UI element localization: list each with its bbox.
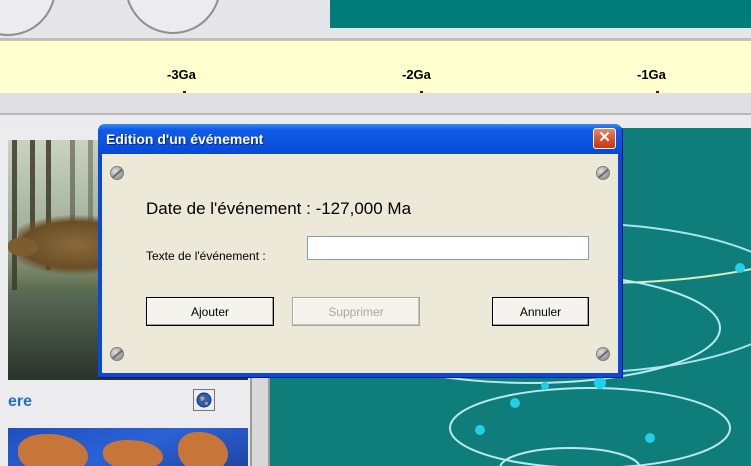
top-teal-panel [330, 0, 751, 28]
edit-event-dialog: Edition d'un événement ✕ Date de l'événe… [98, 124, 622, 377]
top-strip [0, 0, 751, 40]
timeline-tick-label: -2Ga [402, 67, 431, 82]
globe-icon [196, 392, 212, 408]
orbit-node [541, 382, 549, 390]
event-text-input[interactable] [307, 236, 589, 260]
timeline[interactable]: -3Ga -2Ga -1Ga [0, 40, 751, 95]
dialog-titlebar[interactable]: Edition d'un événement ✕ [98, 124, 622, 154]
close-button[interactable]: ✕ [593, 128, 616, 149]
globe-button[interactable] [193, 389, 215, 411]
screw-icon [110, 347, 124, 361]
cancel-button[interactable]: Annuler [492, 297, 589, 326]
orbit-node [735, 263, 745, 273]
event-text-label: Texte de l'événement : [146, 249, 266, 263]
orbit-node [475, 425, 485, 435]
orbit-node [510, 398, 520, 408]
dinosaur-head [8, 238, 38, 256]
screw-icon [596, 347, 610, 361]
screw-icon [596, 166, 610, 180]
map-landmass [178, 432, 228, 466]
orbit-node [645, 433, 655, 443]
screw-icon [110, 166, 124, 180]
dialog-title: Edition d'un événement [106, 131, 264, 147]
world-map [8, 428, 248, 466]
orbit-node [594, 377, 606, 389]
panel-title: ere [8, 393, 33, 410]
top-circle-left [0, 0, 56, 36]
add-button[interactable]: Ajouter [146, 297, 274, 326]
timeline-band [0, 93, 751, 113]
dialog-body: Date de l'événement : -127,000 Ma Texte … [102, 154, 618, 373]
event-date-label: Date de l'événement : -127,000 Ma [146, 199, 412, 218]
top-circle-right [125, 0, 221, 34]
tree-trunk [12, 140, 17, 290]
timeline-tick-label: -1Ga [637, 67, 666, 82]
close-icon: ✕ [598, 129, 611, 146]
delete-button[interactable]: Supprimer [292, 297, 420, 326]
map-landmass [18, 434, 88, 466]
orbit-ring [449, 387, 731, 466]
timeline-tick-label: -3Ga [167, 67, 196, 82]
map-landmass [103, 440, 163, 466]
